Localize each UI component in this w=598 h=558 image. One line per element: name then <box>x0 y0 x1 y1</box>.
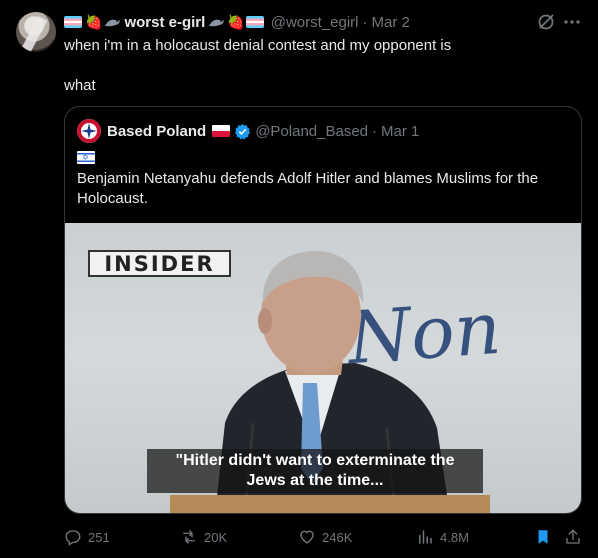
post-text-line-1: when i'm in a holocaust denial contest a… <box>64 37 452 54</box>
post-date[interactable]: Mar 2 <box>372 14 410 31</box>
quoted-author-avatar[interactable] <box>77 119 101 143</box>
grok-icon[interactable] <box>536 12 556 32</box>
separator-dot: · <box>372 122 378 140</box>
share-button[interactable] <box>564 526 588 548</box>
verified-badge-icon <box>235 123 251 139</box>
action-bar: 251 20K 246K 4.8M <box>0 526 598 548</box>
separator-dot: · <box>362 13 368 31</box>
views-count: 4.8M <box>440 529 469 545</box>
video-caption: "Hitler didn't want to exterminate the J… <box>147 449 483 493</box>
author-avatar[interactable] <box>16 12 56 52</box>
reply-icon <box>65 530 81 546</box>
video-caption-line-2: Jews at the time... <box>246 472 384 489</box>
repost-icon <box>183 530 195 544</box>
insider-watermark: INSIDER <box>88 250 231 277</box>
repost-button[interactable]: 20K <box>180 526 227 548</box>
video-player[interactable]: Non INSIDER "Hitler didn't want to exter… <box>65 223 581 513</box>
more-options-icon[interactable] <box>562 12 582 32</box>
heart-icon <box>300 530 314 544</box>
nato-poland-logo-icon <box>77 119 101 143</box>
share-icon <box>566 529 580 544</box>
quoted-handle[interactable]: @Poland_Based <box>255 123 368 140</box>
seal-icon <box>209 19 225 27</box>
trans-flag-icon <box>245 16 264 28</box>
strawberry-icon: 🍓 <box>227 14 245 30</box>
video-caption-line-1: "Hitler didn't want to exterminate the <box>175 452 455 469</box>
author-display-name[interactable]: worst e-girl <box>124 14 205 31</box>
poland-flag-icon <box>212 125 231 137</box>
quoted-display-name[interactable]: Based Poland <box>107 123 206 140</box>
bookmark-button[interactable] <box>534 526 558 548</box>
quoted-date[interactable]: Mar 1 <box>381 123 419 140</box>
author-handle[interactable]: @worst_egirl <box>271 14 359 31</box>
israel-flag-icon: ✡ <box>77 151 95 164</box>
like-button[interactable]: 246K <box>298 526 352 548</box>
trans-flag-icon <box>64 16 82 28</box>
post-header: 🍓 worst e-girl 🍓 @worst_egirl · Mar 2 <box>64 12 410 32</box>
views-button[interactable]: 4.8M <box>416 526 469 548</box>
repost-count: 20K <box>204 529 228 545</box>
quoted-post-text: Benjamin Netanyahu defends Adolf Hitler … <box>77 170 539 207</box>
reply-count: 251 <box>88 529 110 545</box>
like-count: 246K <box>322 529 353 545</box>
seal-icon <box>105 19 121 27</box>
quoted-post-header: Based Poland @Poland_Based · Mar 1 <box>105 121 419 141</box>
strawberry-icon: 🍓 <box>85 14 103 30</box>
views-chart-icon <box>419 530 432 544</box>
post-text-line-2: what <box>64 77 96 94</box>
bookmark-icon <box>538 530 548 544</box>
quoted-post[interactable]: Based Poland @Poland_Based · Mar 1 ✡ Ben… <box>64 106 582 514</box>
reply-button[interactable]: 251 <box>64 526 110 548</box>
